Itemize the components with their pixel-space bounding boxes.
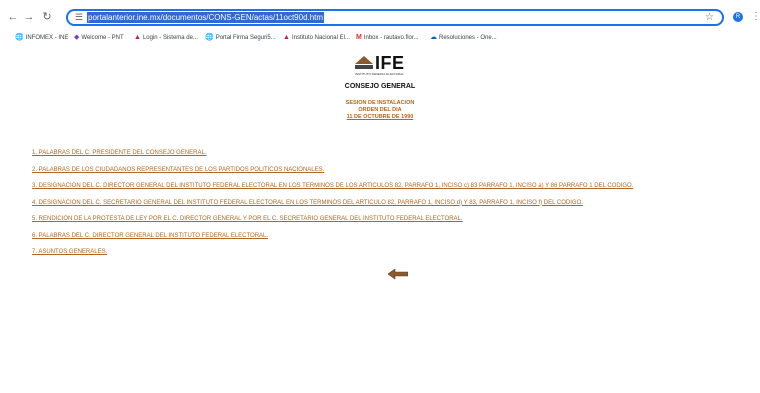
- session-info: SESION DE INSTALACION ORDEN DEL DIA 11 D…: [230, 100, 530, 121]
- bookmark-item[interactable]: 🌐 INFOMEX - INE: [15, 32, 68, 44]
- agenda-item-2[interactable]: 2. PALABRAS DE LOS CIUDADANOS REPRESENTA…: [32, 166, 752, 183]
- agenda-item-6[interactable]: 6. PALABRAS DEL C. DIRECTOR GENERAL DEL …: [32, 232, 752, 249]
- agenda-item-3[interactable]: 3. DESIGNACION DEL C. DIRECTOR GENERAL D…: [32, 182, 752, 199]
- session-type: SESION DE INSTALACION: [345, 100, 415, 106]
- ine-icon: ▲: [134, 34, 141, 41]
- agenda-item-5[interactable]: 5. RENDICION DE LA PROTESTA DE LEY POR E…: [32, 215, 752, 232]
- ine-icon: ▲: [283, 34, 290, 41]
- agenda-item-7[interactable]: 7. ASUNTOS GENERALES.: [32, 248, 752, 265]
- bookmark-item[interactable]: 🌐 Portal Firma Seguri5...: [205, 32, 276, 44]
- logo-emblem-icon: [355, 56, 373, 64]
- agenda-item-4[interactable]: 4. DESIGNACION DEL C. SECRETARIO GENERAL…: [32, 199, 752, 216]
- diamond-icon: ◆: [74, 34, 80, 41]
- bookmark-item[interactable]: ◆ Welcome - PNT: [74, 32, 124, 44]
- page-content: IFE INSTITUTO FEDERAL ELECTORAL CONSEJO …: [0, 45, 760, 393]
- session-date: 11 DE OCTUBRE DE 1990: [346, 114, 414, 120]
- browser-toolbar: ← → ↻ ☰ portalanterior.ine.mx/documentos…: [0, 0, 760, 31]
- back-icon[interactable]: ←: [6, 10, 20, 24]
- address-bar[interactable]: ☰ portalanterior.ine.mx/documentos/CONS-…: [66, 9, 724, 26]
- globe-icon: 🌐: [205, 34, 214, 41]
- agenda-list: 1. PALABRAS DEL C. PRESIDENTE DEL CONSEJ…: [32, 149, 752, 265]
- page-title: CONSEJO GENERAL: [344, 83, 416, 90]
- gmail-icon: M: [356, 34, 362, 41]
- bookmark-star-icon[interactable]: ☆: [705, 11, 714, 24]
- bookmark-item[interactable]: M Inbox - rautavo.flor...: [356, 32, 419, 44]
- globe-icon: 🌐: [15, 34, 24, 41]
- bookmarks-bar: 🌐 INFOMEX - INE ◆ Welcome - PNT ▲ Login - S…: [0, 31, 760, 45]
- bookmark-item[interactable]: ▲ Login - Sistema de...: [134, 32, 198, 44]
- logo-emblem-base: [355, 65, 373, 69]
- agenda-title: ORDEN DEL DIA: [358, 107, 402, 113]
- bookmark-item[interactable]: ☁ Resoluciones - One...: [430, 32, 497, 44]
- back-arrow-icon[interactable]: [388, 269, 408, 279]
- bookmark-item[interactable]: ▲ Instituto Nacional El...: [283, 32, 350, 44]
- logo-text: IFE: [375, 53, 405, 73]
- profile-avatar[interactable]: R: [733, 12, 743, 22]
- cloud-icon: ☁: [430, 34, 437, 41]
- ife-logo: IFE INSTITUTO FEDERAL ELECTORAL: [355, 53, 417, 77]
- site-info-icon[interactable]: ☰: [75, 11, 83, 24]
- menu-icon[interactable]: ⋮: [751, 10, 760, 24]
- forward-icon[interactable]: →: [22, 10, 36, 24]
- url-text[interactable]: portalanterior.ine.mx/documentos/CONS-GE…: [87, 12, 325, 23]
- agenda-item-1[interactable]: 1. PALABRAS DEL C. PRESIDENTE DEL CONSEJ…: [32, 149, 752, 166]
- logo-subtitle: INSTITUTO FEDERAL ELECTORAL: [355, 72, 404, 76]
- reload-icon[interactable]: ↻: [40, 10, 54, 24]
